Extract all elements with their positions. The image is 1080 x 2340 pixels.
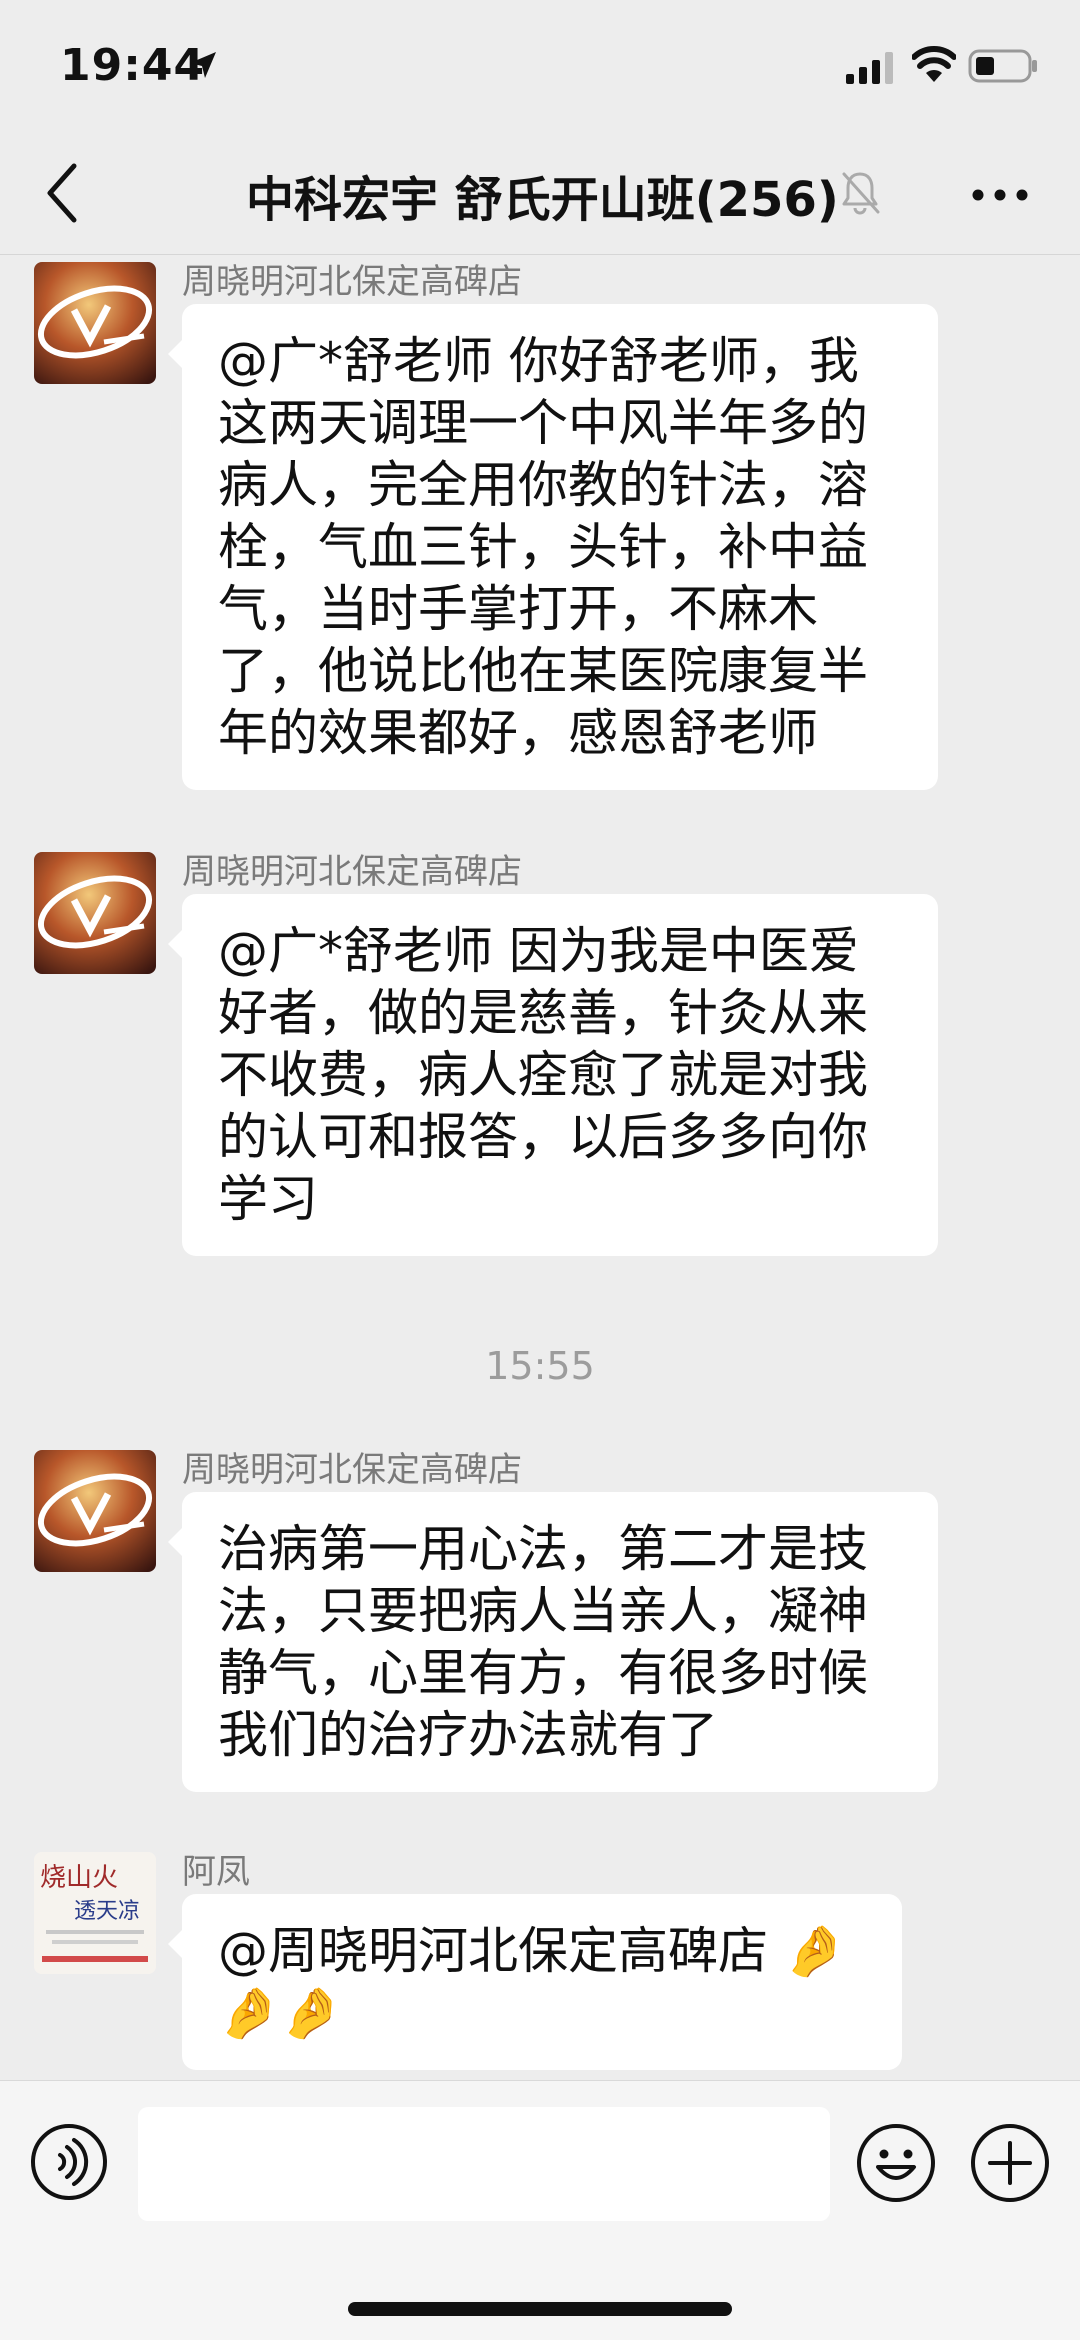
chat-timestamp: 15:55: [485, 1344, 595, 1388]
chevron-left-icon[interactable]: [40, 158, 90, 228]
message-text-line: 学习: [218, 1170, 318, 1228]
status-bar: 19:44: [0, 0, 1080, 130]
voice-icon[interactable]: [30, 2123, 108, 2201]
message-text-line: 我们的治疗办法就有了: [218, 1706, 718, 1764]
sender-name: 周晓明河北保定高碑店: [182, 262, 522, 302]
message-text-line: @广*舒老师 你好舒老师，我: [218, 332, 859, 390]
home-indicator[interactable]: [348, 2302, 732, 2316]
message-text-line: 法，只要把病人当亲人，凝神: [218, 1582, 868, 1640]
message-text-line: 好者，做的是慈善，针灸从来: [218, 984, 868, 1042]
sender-name: 周晓明河北保定高碑店: [182, 852, 522, 892]
muted-bell-icon: [842, 172, 880, 215]
message-text-line: 不收费，病人痊愈了就是对我: [218, 1046, 868, 1104]
chat-header: 中科宏宇 舒氏开山班(256): [0, 130, 1080, 255]
message-text-line: 静气，心里有方，有很多时候: [218, 1644, 868, 1702]
avatar[interactable]: [34, 1450, 156, 1572]
sender-name: 阿凤: [182, 1852, 250, 1892]
wifi-icon: [912, 46, 956, 82]
message-bubble[interactable]: @广*舒老师 因为我是中医爱 好者，做的是慈善，针灸从来 不收费，病人痊愈了就是…: [168, 894, 938, 1256]
message-text-line: 病人，完全用你教的针法，溶: [218, 456, 868, 514]
message-text-line: 了，他说比他在某医院康复半: [218, 642, 868, 700]
chat-title: 中科宏宇 舒氏开山班(256): [246, 172, 839, 228]
emoji-icon[interactable]: [856, 2123, 936, 2203]
message-text-line: 年的效果都好，感恩舒老师: [218, 704, 818, 762]
battery-icon: [968, 49, 1037, 83]
message-text-line: 🤌🤌: [218, 1984, 343, 2042]
message-text-line: 治病第一用心法，第二才是技: [218, 1520, 868, 1578]
message-text-line: 栓，气血三针，头针，补中益: [218, 518, 868, 576]
message-text-line: 这两天调理一个中风半年多的: [218, 394, 868, 452]
location-arrow-icon: [190, 52, 216, 78]
cellular-signal-icon: [846, 52, 893, 84]
avatar-text-line: 透天凉: [74, 1899, 140, 1924]
avatar[interactable]: [34, 852, 156, 974]
avatar[interactable]: [34, 262, 156, 384]
status-time: 19:44: [60, 40, 206, 91]
message-bubble[interactable]: @周晓明河北保定高碑店 🤌 🤌🤌: [168, 1894, 902, 2070]
chat-input-bar: [0, 2080, 1080, 2340]
more-dots-icon[interactable]: [972, 188, 1028, 202]
message-text-line: 的认可和报答，以后多多向你: [218, 1108, 868, 1166]
message-text-line: 气，当时手掌打开，不麻木: [218, 580, 818, 638]
message-text-line: @广*舒老师 因为我是中医爱: [218, 922, 859, 980]
message-text-line: @周晓明河北保定高碑店 🤌: [218, 1922, 847, 1980]
plus-icon[interactable]: [970, 2123, 1050, 2203]
message-bubble[interactable]: @广*舒老师 你好舒老师，我 这两天调理一个中风半年多的 病人，完全用你教的针法…: [168, 304, 938, 790]
sender-name: 周晓明河北保定高碑店: [182, 1450, 522, 1490]
avatar[interactable]: 烧山火 透天凉: [34, 1852, 156, 1974]
avatar-text-line: 烧山火: [40, 1863, 118, 1893]
message-bubble[interactable]: 治病第一用心法，第二才是技 法，只要把病人当亲人，凝神 静气，心里有方，有很多时…: [168, 1492, 938, 1792]
message-input[interactable]: [138, 2107, 830, 2221]
